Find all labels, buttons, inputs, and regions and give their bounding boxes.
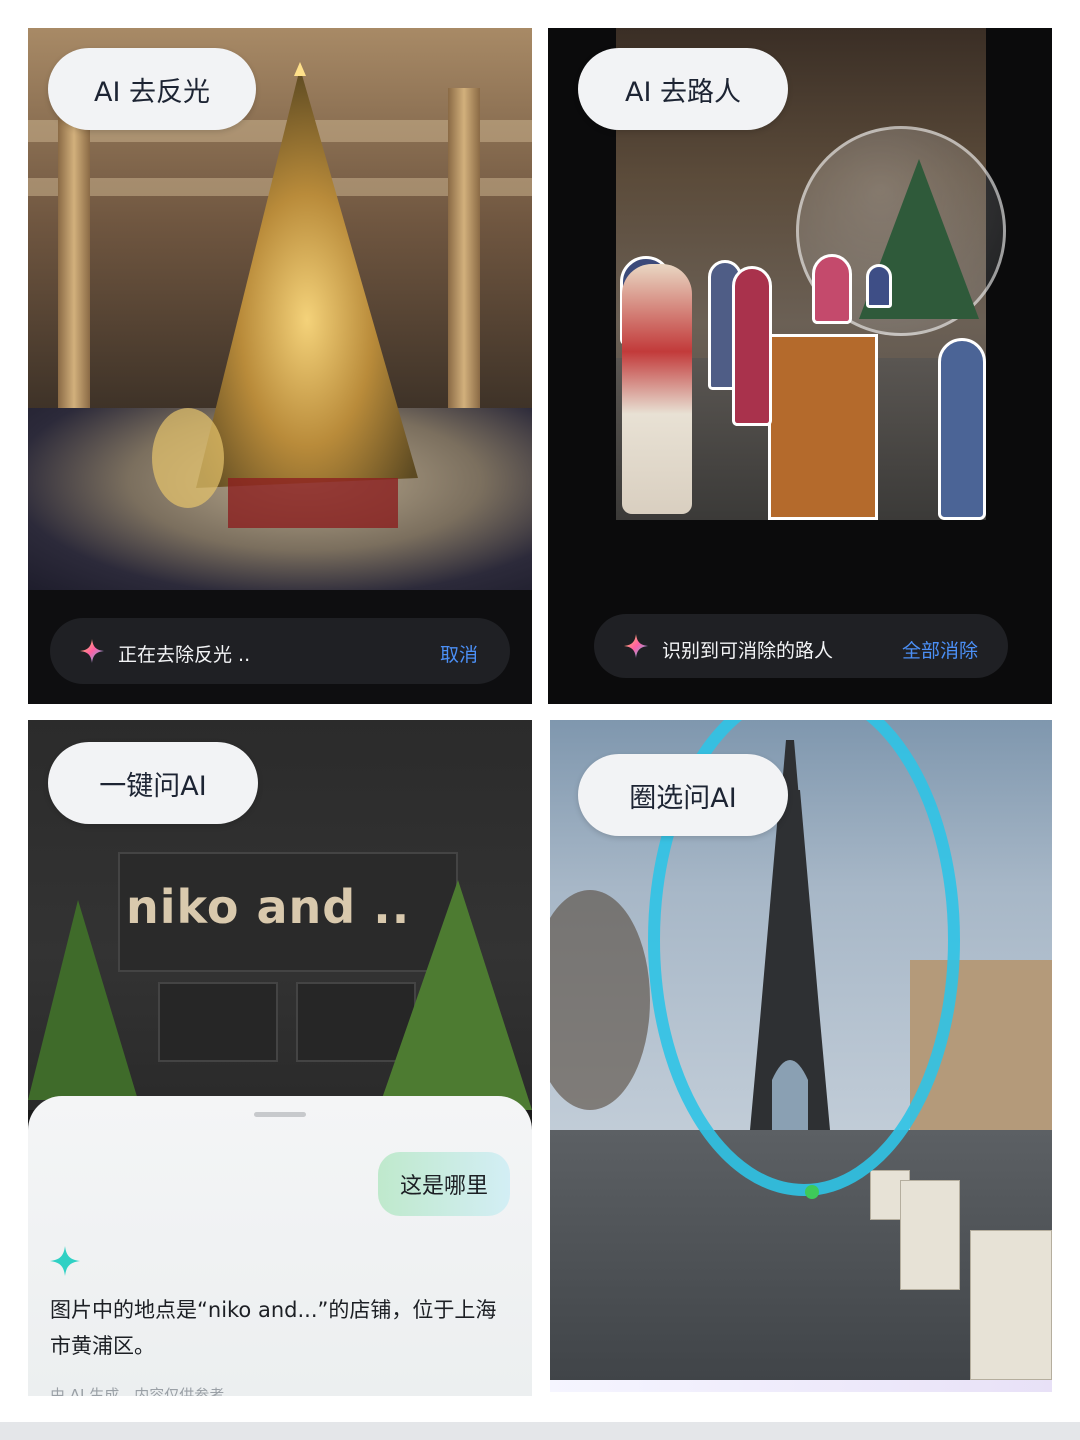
passerby-outline[interactable] — [732, 266, 772, 426]
ai-star-icon — [50, 1246, 80, 1276]
passerby-outline[interactable] — [812, 254, 852, 324]
feature-pill-label: 一键问AI — [99, 770, 207, 802]
user-question-text: 这是哪里 — [399, 1174, 488, 1199]
feature-pill-glare: AI 去反光 — [48, 48, 256, 130]
plant-right — [378, 880, 532, 1110]
feature-pill-label: AI 去路人 — [624, 76, 741, 108]
sheet-drag-handle[interactable] — [254, 1112, 306, 1117]
passersby-status-text: 识别到可消除的路人 — [662, 640, 834, 662]
ai-answer-text: 图片中的地点是“niko and...”的店铺，位于上海市黄浦区。 — [50, 1298, 497, 1358]
passersby-status-bar: 识别到可消除的路人 全部消除 — [594, 614, 1008, 678]
feature-pill-passersby: AI 去路人 — [578, 48, 788, 130]
ai-disclaimer: 由 AI 生成，内容仅供参考 — [50, 1386, 225, 1396]
remove-all-button[interactable]: 全部消除 — [902, 636, 978, 663]
bottom-glow-strip — [550, 1380, 1052, 1392]
panel-circle-ask-ai: 圈选问AI — [550, 720, 1052, 1392]
page-bottom-band — [0, 1422, 1080, 1440]
ai-answer-sheet: 这是哪里 图片中的地点是“niko and...”的店铺，位于上海市黄浦区。 由… — [28, 1096, 532, 1396]
feature-pill-circle: 圈选问AI — [578, 754, 788, 836]
subject-person — [622, 264, 692, 514]
ai-sparkle-icon — [624, 634, 648, 658]
wooden-shelf — [768, 334, 878, 520]
panel-ai-remove-passersby: AI 去路人 识别到可消除的路人 全部消除 — [548, 28, 1052, 704]
passerby-outline[interactable] — [938, 338, 986, 520]
user-question-bubble: 这是哪里 — [378, 1152, 510, 1216]
plant-left — [28, 900, 138, 1100]
feature-pill-label: 圈选问AI — [629, 782, 737, 814]
panel-ai-glare-removal: AI 去反光 正在去除反光 .. 取消 — [28, 28, 532, 704]
cancel-button[interactable]: 取消 — [440, 640, 478, 667]
glare-status-text: 正在去除反光 .. — [118, 644, 251, 666]
ai-sparkle-icon — [80, 639, 104, 663]
passerby-outline[interactable] — [866, 264, 892, 308]
feature-pill-label: AI 去反光 — [93, 76, 210, 108]
panel-one-tap-ask-ai: niko and .. 一键问AI 这是哪里 图片中的地点是“niko and.… — [28, 720, 532, 1396]
feature-pill-ask: 一键问AI — [48, 742, 258, 824]
glare-status-bar: 正在去除反光 .. 取消 — [50, 618, 510, 684]
